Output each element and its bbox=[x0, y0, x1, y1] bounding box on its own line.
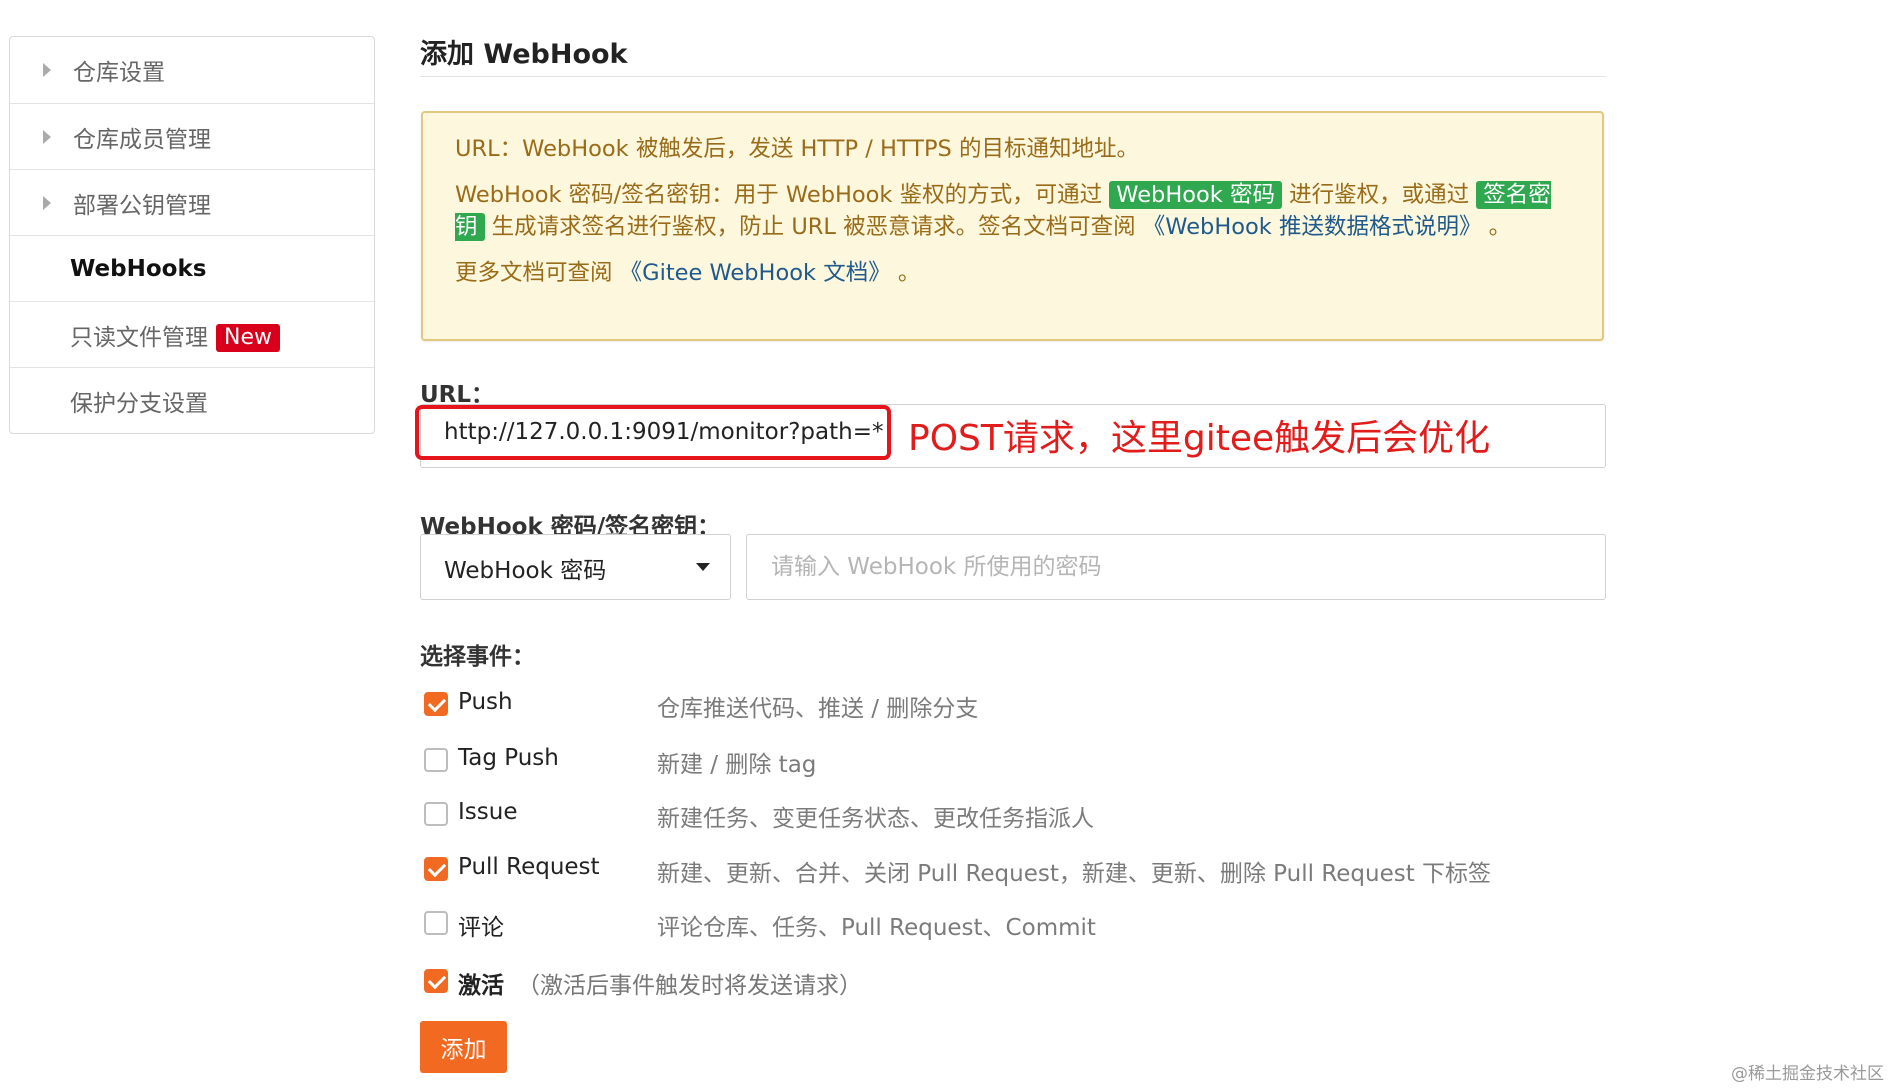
push-checkbox[interactable] bbox=[424, 692, 448, 716]
comment-checkbox[interactable] bbox=[424, 911, 448, 935]
gitee-webhook-doc-link[interactable]: 《Gitee WebHook 文档》 bbox=[620, 260, 891, 286]
notice-text: WebHook 密码/签名密钥：用于 WebHook 鉴权的方式，可通过 bbox=[455, 182, 1110, 208]
event-desc-comment: 评论仓库、任务、Pull Request、Commit bbox=[657, 915, 1096, 941]
issue-checkbox[interactable] bbox=[424, 802, 448, 826]
sidebar-item-label: 只读文件管理 bbox=[70, 324, 208, 351]
highlight-webhook-password: WebHook 密码 bbox=[1109, 181, 1282, 209]
sidebar-item-webhooks[interactable]: WebHooks bbox=[10, 235, 374, 301]
secret-input[interactable] bbox=[746, 534, 1606, 600]
sidebar-item-repo-settings[interactable]: 仓库设置 bbox=[10, 37, 374, 103]
notice-text: 更多文档可查阅 bbox=[455, 260, 620, 286]
notice-text: 进行鉴权，或通过 bbox=[1281, 182, 1477, 208]
title-divider bbox=[420, 76, 1606, 77]
event-name-push: Push bbox=[458, 689, 513, 715]
sidebar-item-label: 保护分支设置 bbox=[70, 390, 208, 417]
notice-text: 。 bbox=[890, 260, 921, 286]
new-badge: New bbox=[216, 323, 280, 352]
chevron-down-icon bbox=[696, 563, 710, 571]
caret-right-icon bbox=[43, 129, 51, 144]
sidebar-item-label: WebHooks bbox=[70, 255, 207, 282]
event-desc-pull-request: 新建、更新、合并、关闭 Pull Request，新建、更新、删除 Pull R… bbox=[657, 861, 1492, 887]
notice-url-text: URL：WebHook 被触发后，发送 HTTP / HTTPS 的目标通知地址… bbox=[455, 136, 1139, 162]
annotation-text: POST请求，这里gitee触发后会优化 bbox=[908, 418, 1491, 459]
event-desc-tag-push: 新建 / 删除 tag bbox=[657, 752, 817, 778]
info-notice: URL：WebHook 被触发后，发送 HTTP / HTTPS 的目标通知地址… bbox=[421, 111, 1604, 341]
notice-text: 。 bbox=[1481, 214, 1512, 240]
settings-sidebar: 仓库设置 仓库成员管理 部署公钥管理 WebHooks 只读文件管理 New 保护… bbox=[9, 36, 375, 434]
sidebar-item-readonly-files[interactable]: 只读文件管理 New bbox=[10, 301, 374, 367]
notice-text: 生成请求签名进行鉴权，防止 URL 被恶意请求。签名文档可查阅 bbox=[484, 214, 1143, 240]
activate-label: 激活 bbox=[458, 973, 504, 999]
events-label: 选择事件： bbox=[420, 644, 535, 670]
activate-checkbox[interactable] bbox=[424, 969, 448, 993]
notice-more-docs: 更多文档可查阅 《Gitee WebHook 文档》 。 bbox=[455, 257, 1570, 289]
sidebar-item-repo-members[interactable]: 仓库成员管理 bbox=[10, 103, 374, 169]
page-title: 添加 WebHook bbox=[420, 39, 628, 70]
activate-hint: （激活后事件触发时将发送请求） bbox=[517, 973, 862, 999]
add-button[interactable]: 添加 bbox=[420, 1021, 507, 1073]
event-name-pull-request: Pull Request bbox=[458, 854, 600, 880]
event-desc-push: 仓库推送代码、推送 / 删除分支 bbox=[657, 696, 979, 722]
notice-secret-text: WebHook 密码/签名密钥：用于 WebHook 鉴权的方式，可通过 Web… bbox=[455, 179, 1570, 243]
event-name-tag-push: Tag Push bbox=[458, 745, 559, 771]
caret-right-icon bbox=[43, 63, 51, 77]
pull-request-checkbox[interactable] bbox=[424, 857, 448, 881]
tag-push-checkbox[interactable] bbox=[424, 748, 448, 772]
sidebar-item-label: 仓库设置 bbox=[73, 60, 165, 86]
url-value: http://127.0.0.1:9091/monitor?path=* bbox=[444, 419, 884, 445]
event-name-comment: 评论 bbox=[458, 915, 504, 941]
webhook-format-doc-link[interactable]: 《WebHook 推送数据格式说明》 bbox=[1143, 214, 1482, 240]
sidebar-item-label: 仓库成员管理 bbox=[73, 126, 211, 153]
event-desc-issue: 新建任务、变更任务状态、更改任务指派人 bbox=[657, 806, 1094, 832]
watermark: @稀土掘金技术社区 bbox=[1731, 1064, 1884, 1084]
sidebar-item-label: 部署公钥管理 bbox=[73, 192, 211, 219]
event-name-issue: Issue bbox=[458, 799, 518, 825]
sidebar-item-deploy-keys[interactable]: 部署公钥管理 bbox=[10, 169, 374, 235]
caret-right-icon bbox=[43, 195, 51, 210]
secret-type-value: WebHook 密码 bbox=[444, 558, 607, 584]
sidebar-item-protected-branches[interactable]: 保护分支设置 bbox=[10, 367, 374, 433]
